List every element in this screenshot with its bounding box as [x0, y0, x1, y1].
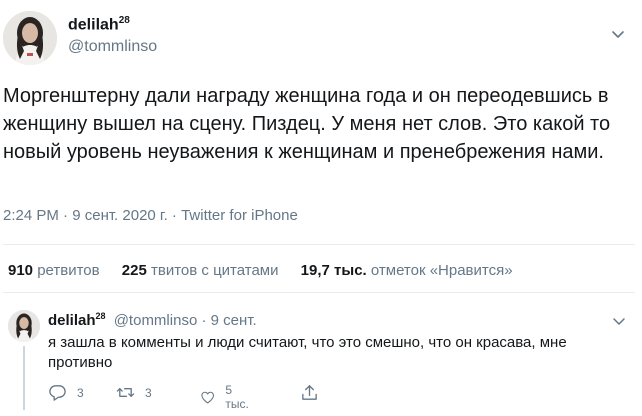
reply-tweet[interactable]: delilah28 @tommlinso · 9 сент. я зашла в… — [0, 300, 642, 416]
reply-author-handle[interactable]: @tommlinso — [114, 312, 198, 329]
divider — [3, 292, 635, 293]
speech-bubble-icon — [49, 385, 66, 401]
avatar[interactable] — [3, 11, 57, 65]
like-action[interactable]: 5 тыс. — [200, 383, 252, 411]
reply-header: delilah28 @tommlinso · 9 сент. — [48, 311, 257, 329]
heart-icon — [201, 391, 214, 403]
tweet-header: delilah28 @tommlinso — [0, 0, 642, 72]
reply-time[interactable]: 9 сент. — [211, 312, 257, 329]
tweet-text: Моргенштерну дали награду женщина года и… — [3, 85, 611, 163]
retweets-action-count: 3 — [145, 385, 152, 400]
likes-count: 19,7 тыс. — [300, 262, 367, 279]
divider — [3, 244, 635, 245]
reply-author-name[interactable]: delilah28 — [48, 311, 106, 329]
likes-stat[interactable]: 19,7 тыс. отметок «Нравится» — [301, 262, 513, 279]
share-upload-icon — [302, 385, 317, 400]
tweet-meta: 2:24 PM · 9 сент. 2020 г. · Twitter for … — [3, 207, 298, 224]
meta-separator: · — [171, 207, 182, 224]
reply-action[interactable]: 3 — [48, 383, 84, 402]
reply-text: я зашла в комменты и люди считают, что э… — [48, 334, 567, 371]
retweets-label: ретвитов — [37, 262, 100, 279]
avatar[interactable] — [8, 310, 40, 342]
quotes-count: 225 — [121, 262, 147, 279]
avatar-photo — [8, 310, 40, 342]
retweets-count: 910 — [8, 262, 34, 279]
replies-count: 3 — [77, 385, 84, 400]
retweet-arrows-icon — [116, 388, 135, 397]
chevron-down-icon[interactable] — [610, 28, 626, 42]
tweet-stats: 910 ретвитов 225 твитов с цитатами 19,7 … — [8, 262, 531, 279]
meta-separator: · — [63, 207, 73, 224]
author-badge: 28 — [118, 15, 130, 26]
quotes-stat[interactable]: 225 твитов с цитатами — [122, 262, 279, 279]
retweets-stat[interactable]: 910 ретвитов — [8, 262, 100, 279]
quotes-label: твитов с цитатами — [151, 262, 279, 279]
reply-author-badge: 28 — [95, 311, 106, 321]
author-display-name[interactable]: delilah28 — [68, 15, 130, 34]
avatar-photo — [3, 11, 57, 65]
thread-line — [23, 346, 25, 410]
share-action[interactable] — [300, 383, 319, 402]
tweet-source[interactable]: Twitter for iPhone — [181, 207, 298, 224]
retweet-action[interactable]: 3 — [116, 383, 152, 402]
author-name-text: delilah — [68, 16, 119, 34]
tweet-detail: delilah28 @tommlinso Моргенштерну дали н… — [0, 0, 642, 416]
author-handle[interactable]: @tommlinso — [68, 38, 157, 56]
meta-separator: · — [201, 312, 211, 329]
likes-action-count: 5 тыс. — [225, 383, 249, 411]
chevron-down-icon[interactable] — [612, 316, 626, 328]
likes-label: отметок «Нравится» — [370, 262, 513, 279]
tweet-date[interactable]: 9 сент. 2020 г. — [72, 207, 168, 224]
reply-author-name-text: delilah — [48, 312, 96, 329]
tweet-time[interactable]: 2:24 PM — [3, 207, 59, 224]
